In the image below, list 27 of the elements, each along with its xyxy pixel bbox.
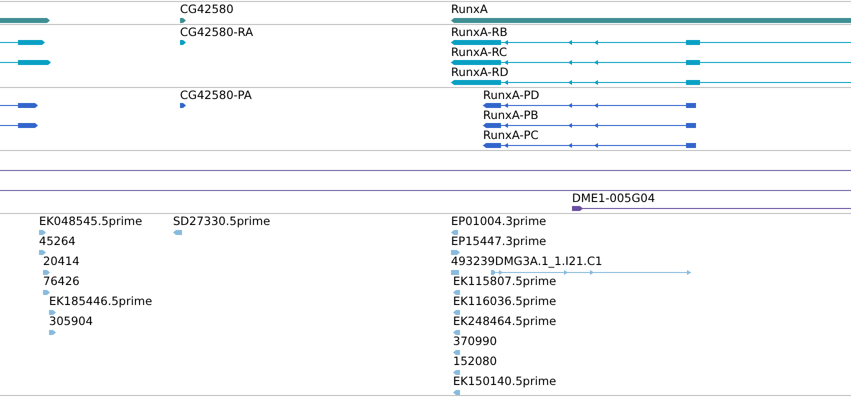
feature-label: EK185446.5prime <box>49 295 152 308</box>
feature-label: 493239DMG3A.1_1.I21.C1 <box>451 255 602 268</box>
feature-label: SD27330.5prime <box>173 215 270 228</box>
feature-label: RunxA-RB <box>451 26 508 39</box>
feature-label: RunxA-RD <box>451 66 508 79</box>
feature-label: RunxA-PD <box>483 89 540 102</box>
feature-label: 20414 <box>43 255 80 268</box>
feature-label: EK150140.5prime <box>453 375 556 388</box>
feature-label: EK248464.5prime <box>453 315 556 328</box>
feature-label: CG42580 <box>180 3 234 16</box>
feature-label: 370990 <box>453 335 497 348</box>
feature-label: 152080 <box>453 355 497 368</box>
feature-label: 305904 <box>49 315 93 328</box>
feature-label: EK048545.5prime <box>39 215 142 228</box>
feature-label: RunxA-PC <box>483 129 539 142</box>
feature-label: EK115807.5prime <box>453 275 556 288</box>
feature-label: EP01004.3prime <box>451 215 546 228</box>
feature-label: RunxA-PB <box>483 109 538 122</box>
feature-label: 76426 <box>43 275 80 288</box>
feature-label: EK116036.5prime <box>453 295 556 308</box>
feature-label: DME1-005G04 <box>572 192 656 205</box>
feature-label: RunxA <box>451 3 488 16</box>
feature-label: CG42580-PA <box>180 89 252 102</box>
feature-label: 45264 <box>39 235 76 248</box>
feature-label: CG42580-RA <box>180 26 254 39</box>
feature-label: EP15447.3prime <box>451 235 546 248</box>
feature-label: RunxA-RC <box>451 46 508 59</box>
